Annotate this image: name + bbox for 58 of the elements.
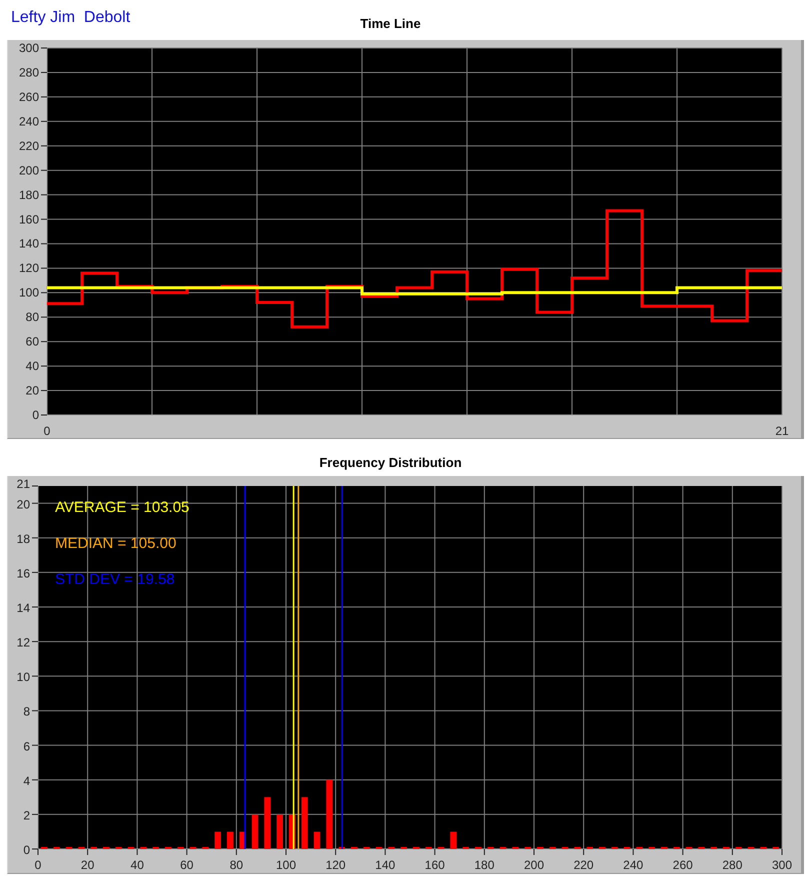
axis-tick-label: 12 [16, 636, 30, 650]
axis-tick-label: 240 [18, 114, 39, 128]
chart-title: Frequency Distribution [319, 455, 462, 470]
histogram-bar [450, 832, 457, 849]
histogram-bar [264, 797, 271, 849]
axis-tick-label: 21 [775, 424, 789, 438]
axis-tick-label: 4 [23, 774, 30, 788]
axis-tick-label: 21 [16, 477, 30, 491]
axis-tick-label: 240 [623, 858, 644, 872]
axis-tick-label: 20 [26, 384, 39, 398]
axis-tick-label: 6 [23, 739, 30, 754]
stat-label: AVERAGE = 103.05 [55, 499, 190, 516]
axis-tick-label: 160 [424, 858, 445, 872]
axis-tick-label: 300 [18, 41, 39, 55]
stat-label: STD DEV = 19.58 [55, 571, 175, 588]
axis-tick-label: 0 [34, 858, 42, 872]
axis-tick-label: 20 [16, 497, 30, 512]
axis-tick-label: 180 [18, 188, 39, 202]
axis-tick-label: 8 [23, 704, 30, 719]
axis-tick-label: 80 [230, 858, 244, 872]
axis-tick-label: 180 [474, 858, 494, 872]
axis-tick-label: 0 [44, 424, 50, 438]
axis-tick-label: 140 [375, 858, 396, 872]
axis-tick-label: 60 [180, 858, 194, 872]
stat-label: MEDIAN = 105.00 [55, 535, 176, 552]
axis-tick-label: 2 [23, 808, 30, 822]
histogram-bar [326, 780, 333, 849]
axis-tick-label: 280 [18, 65, 39, 80]
histogram-bar [276, 814, 283, 849]
chart-title: Time Line [359, 16, 422, 31]
axis-tick-label: 260 [18, 90, 39, 104]
axis-tick-label: 280 [722, 858, 742, 872]
axis-tick-label: 20 [80, 858, 94, 872]
axis-tick-label: 260 [672, 858, 693, 872]
axis-tick-label: 0 [32, 408, 39, 422]
axis-tick-label: 220 [574, 858, 594, 872]
axis-tick-label: 200 [18, 163, 39, 178]
axis-tick-label: 80 [26, 310, 39, 324]
axis-tick-label: 300 [772, 858, 792, 872]
axis-tick-label: 40 [26, 359, 39, 374]
histogram-bar [227, 832, 234, 849]
axis-tick-label: 160 [18, 212, 39, 226]
axis-tick-label: 200 [524, 858, 544, 872]
histogram-bar [214, 832, 221, 849]
axis-tick-label: 100 [18, 286, 39, 300]
axis-tick-label: 0 [23, 843, 30, 857]
axis-tick-label: 120 [326, 858, 346, 872]
axis-tick-label: 18 [16, 532, 30, 546]
axis-tick-label: 16 [16, 566, 30, 580]
axis-tick-label: 100 [276, 858, 296, 872]
axis-tick-label: 40 [130, 858, 144, 872]
axis-tick-label: 220 [18, 138, 39, 153]
axis-tick-label: 140 [18, 236, 39, 251]
axis-tick-label: 14 [16, 601, 30, 615]
axis-tick-label: 10 [16, 670, 30, 684]
axis-tick-label: 60 [26, 334, 39, 349]
axis-tick-label: 120 [18, 261, 39, 276]
user-name: Lefty Jim Debolt [11, 9, 130, 27]
